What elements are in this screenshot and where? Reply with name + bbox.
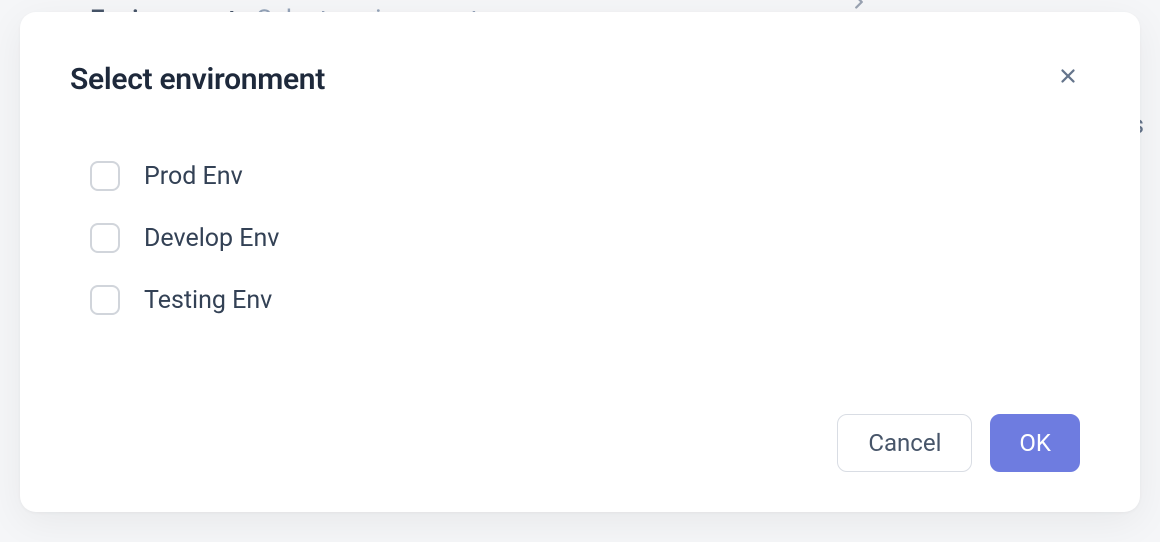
option-prod-env[interactable]: Prod Env (90, 161, 1080, 191)
environment-options-list: Prod Env Develop Env Testing Env (70, 161, 1080, 315)
option-testing-env[interactable]: Testing Env (90, 285, 1080, 315)
option-label: Testing Env (144, 286, 272, 315)
checkbox[interactable] (90, 223, 120, 253)
option-label: Develop Env (144, 224, 279, 253)
ok-button[interactable]: OK (990, 414, 1080, 472)
close-icon[interactable] (1056, 64, 1080, 88)
option-develop-env[interactable]: Develop Env (90, 223, 1080, 253)
cancel-button[interactable]: Cancel (837, 414, 972, 472)
checkbox[interactable] (90, 285, 120, 315)
checkbox[interactable] (90, 161, 120, 191)
modal-footer: Cancel OK (70, 384, 1080, 472)
option-label: Prod Env (144, 162, 243, 191)
modal-title: Select environment (70, 62, 325, 97)
modal-header: Select environment (70, 62, 1080, 97)
select-environment-modal: Select environment Prod Env Develop Env … (20, 12, 1140, 512)
